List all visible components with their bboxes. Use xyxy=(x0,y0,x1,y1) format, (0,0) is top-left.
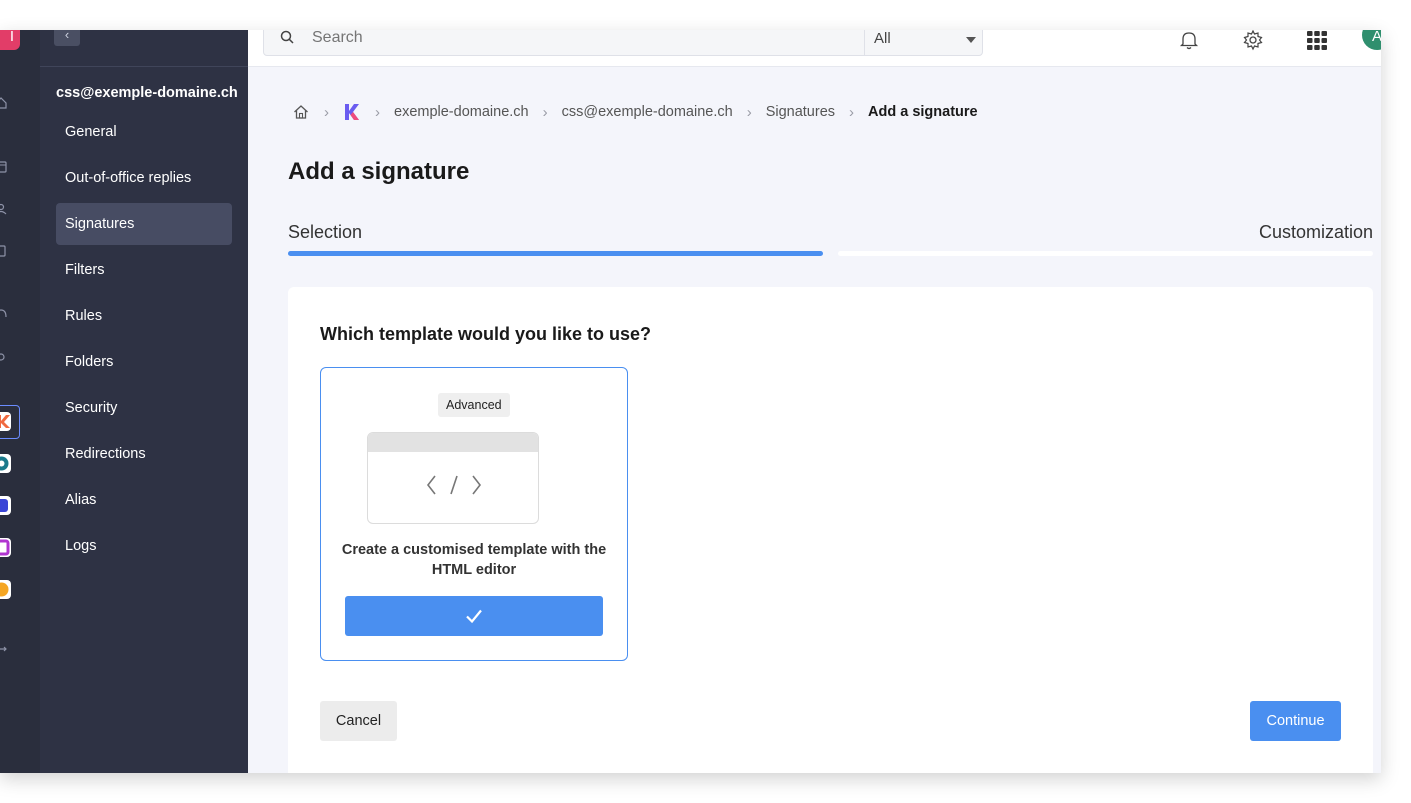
html-preview-illustration xyxy=(367,432,539,524)
brand-logo[interactable]: I xyxy=(0,30,20,50)
breadcrumb-separator-icon: › xyxy=(746,103,752,121)
breadcrumb-signatures[interactable]: Signatures xyxy=(766,104,835,120)
app-rail: I xyxy=(0,30,40,773)
preview-header xyxy=(368,433,538,452)
search-bar: All xyxy=(263,30,983,56)
settings-icon[interactable] xyxy=(0,350,8,364)
page-title: Add a signature xyxy=(288,158,470,185)
cancel-button[interactable]: Cancel xyxy=(320,701,397,741)
sidebar-item-redirections[interactable]: Redirections xyxy=(56,433,232,475)
breadcrumb-account[interactable]: css@exemple-domaine.ch xyxy=(562,104,733,120)
checkmark-icon xyxy=(466,609,482,624)
advanced-badge: Advanced xyxy=(438,393,510,417)
template-question: Which template would you like to use? xyxy=(320,324,652,344)
main-content: › › exemple-domaine.ch › css@exemple-dom… xyxy=(248,66,1381,773)
search-input[interactable] xyxy=(312,30,852,47)
top-bar: All A xyxy=(248,30,1381,67)
breadcrumb-separator-icon: › xyxy=(542,103,548,121)
step-selection: Selection xyxy=(288,222,363,242)
home-icon[interactable] xyxy=(292,103,310,121)
sidebar-item-folders[interactable]: Folders xyxy=(56,341,232,383)
chevron-down-icon[interactable] xyxy=(966,37,976,43)
sidebar-item-out-of-office[interactable]: Out-of-office replies xyxy=(56,157,232,199)
step-progress-pending xyxy=(838,251,1373,256)
calendar-icon[interactable] xyxy=(0,160,8,174)
search-divider xyxy=(864,30,865,55)
collapse-sidebar-button[interactable]: ‹ xyxy=(54,30,80,46)
document-icon[interactable] xyxy=(0,244,8,258)
search-filter-select[interactable]: All xyxy=(874,30,891,47)
bell-icon[interactable] xyxy=(1177,30,1201,52)
kchat-app-icon[interactable] xyxy=(0,496,11,515)
ksuite-app-icon[interactable] xyxy=(0,580,11,599)
app-window: I ‹ css@exemple-domaine.ch General Out-o… xyxy=(0,30,1381,773)
user-avatar[interactable]: A xyxy=(1362,30,1381,50)
sidebar-account: css@exemple-domaine.ch xyxy=(56,85,238,101)
headset-icon[interactable] xyxy=(0,308,8,322)
breadcrumb-separator-icon: › xyxy=(375,103,380,121)
kmeet-app-icon[interactable] xyxy=(0,538,11,557)
sidebar-item-rules[interactable]: Rules xyxy=(56,295,232,337)
select-template-button[interactable] xyxy=(345,596,603,636)
sidebar-item-signatures[interactable]: Signatures xyxy=(56,203,232,245)
kmail-app-icon[interactable] xyxy=(0,412,11,431)
sidebar-item-security[interactable]: Security xyxy=(56,387,232,429)
sidebar-item-general[interactable]: General xyxy=(56,111,232,153)
logout-icon[interactable] xyxy=(0,642,8,656)
home-icon[interactable] xyxy=(0,96,8,110)
contacts-icon[interactable] xyxy=(0,202,8,216)
breadcrumb-separator-icon: › xyxy=(849,103,855,121)
sidebar-item-logs[interactable]: Logs xyxy=(56,525,232,567)
sidebar-divider xyxy=(40,66,248,67)
code-icon xyxy=(426,475,482,495)
template-option-advanced[interactable]: Advanced Create a customised template wi… xyxy=(320,367,628,661)
template-description: Create a customised template with the HT… xyxy=(341,542,607,578)
breadcrumb-separator-icon: › xyxy=(324,103,329,121)
settings-sidebar: ‹ css@exemple-domaine.ch General Out-of-… xyxy=(40,30,248,773)
sidebar-item-filters[interactable]: Filters xyxy=(56,249,232,291)
gear-icon[interactable] xyxy=(1241,30,1265,52)
kmail-logo-icon[interactable] xyxy=(343,103,361,121)
step-progress-active xyxy=(288,251,823,256)
kdrive-app-icon[interactable] xyxy=(0,454,11,473)
breadcrumb-domain[interactable]: exemple-domaine.ch xyxy=(394,104,529,120)
continue-button[interactable]: Continue xyxy=(1250,701,1341,741)
template-card: Which template would you like to use? Ad… xyxy=(288,287,1373,773)
search-icon xyxy=(280,30,294,44)
sidebar-item-alias[interactable]: Alias xyxy=(56,479,232,521)
breadcrumb: › › exemple-domaine.ch › css@exemple-dom… xyxy=(292,102,978,122)
breadcrumb-current: Add a signature xyxy=(868,104,978,120)
step-customization: Customization xyxy=(1258,222,1373,242)
apps-grid-icon[interactable] xyxy=(1305,30,1329,52)
